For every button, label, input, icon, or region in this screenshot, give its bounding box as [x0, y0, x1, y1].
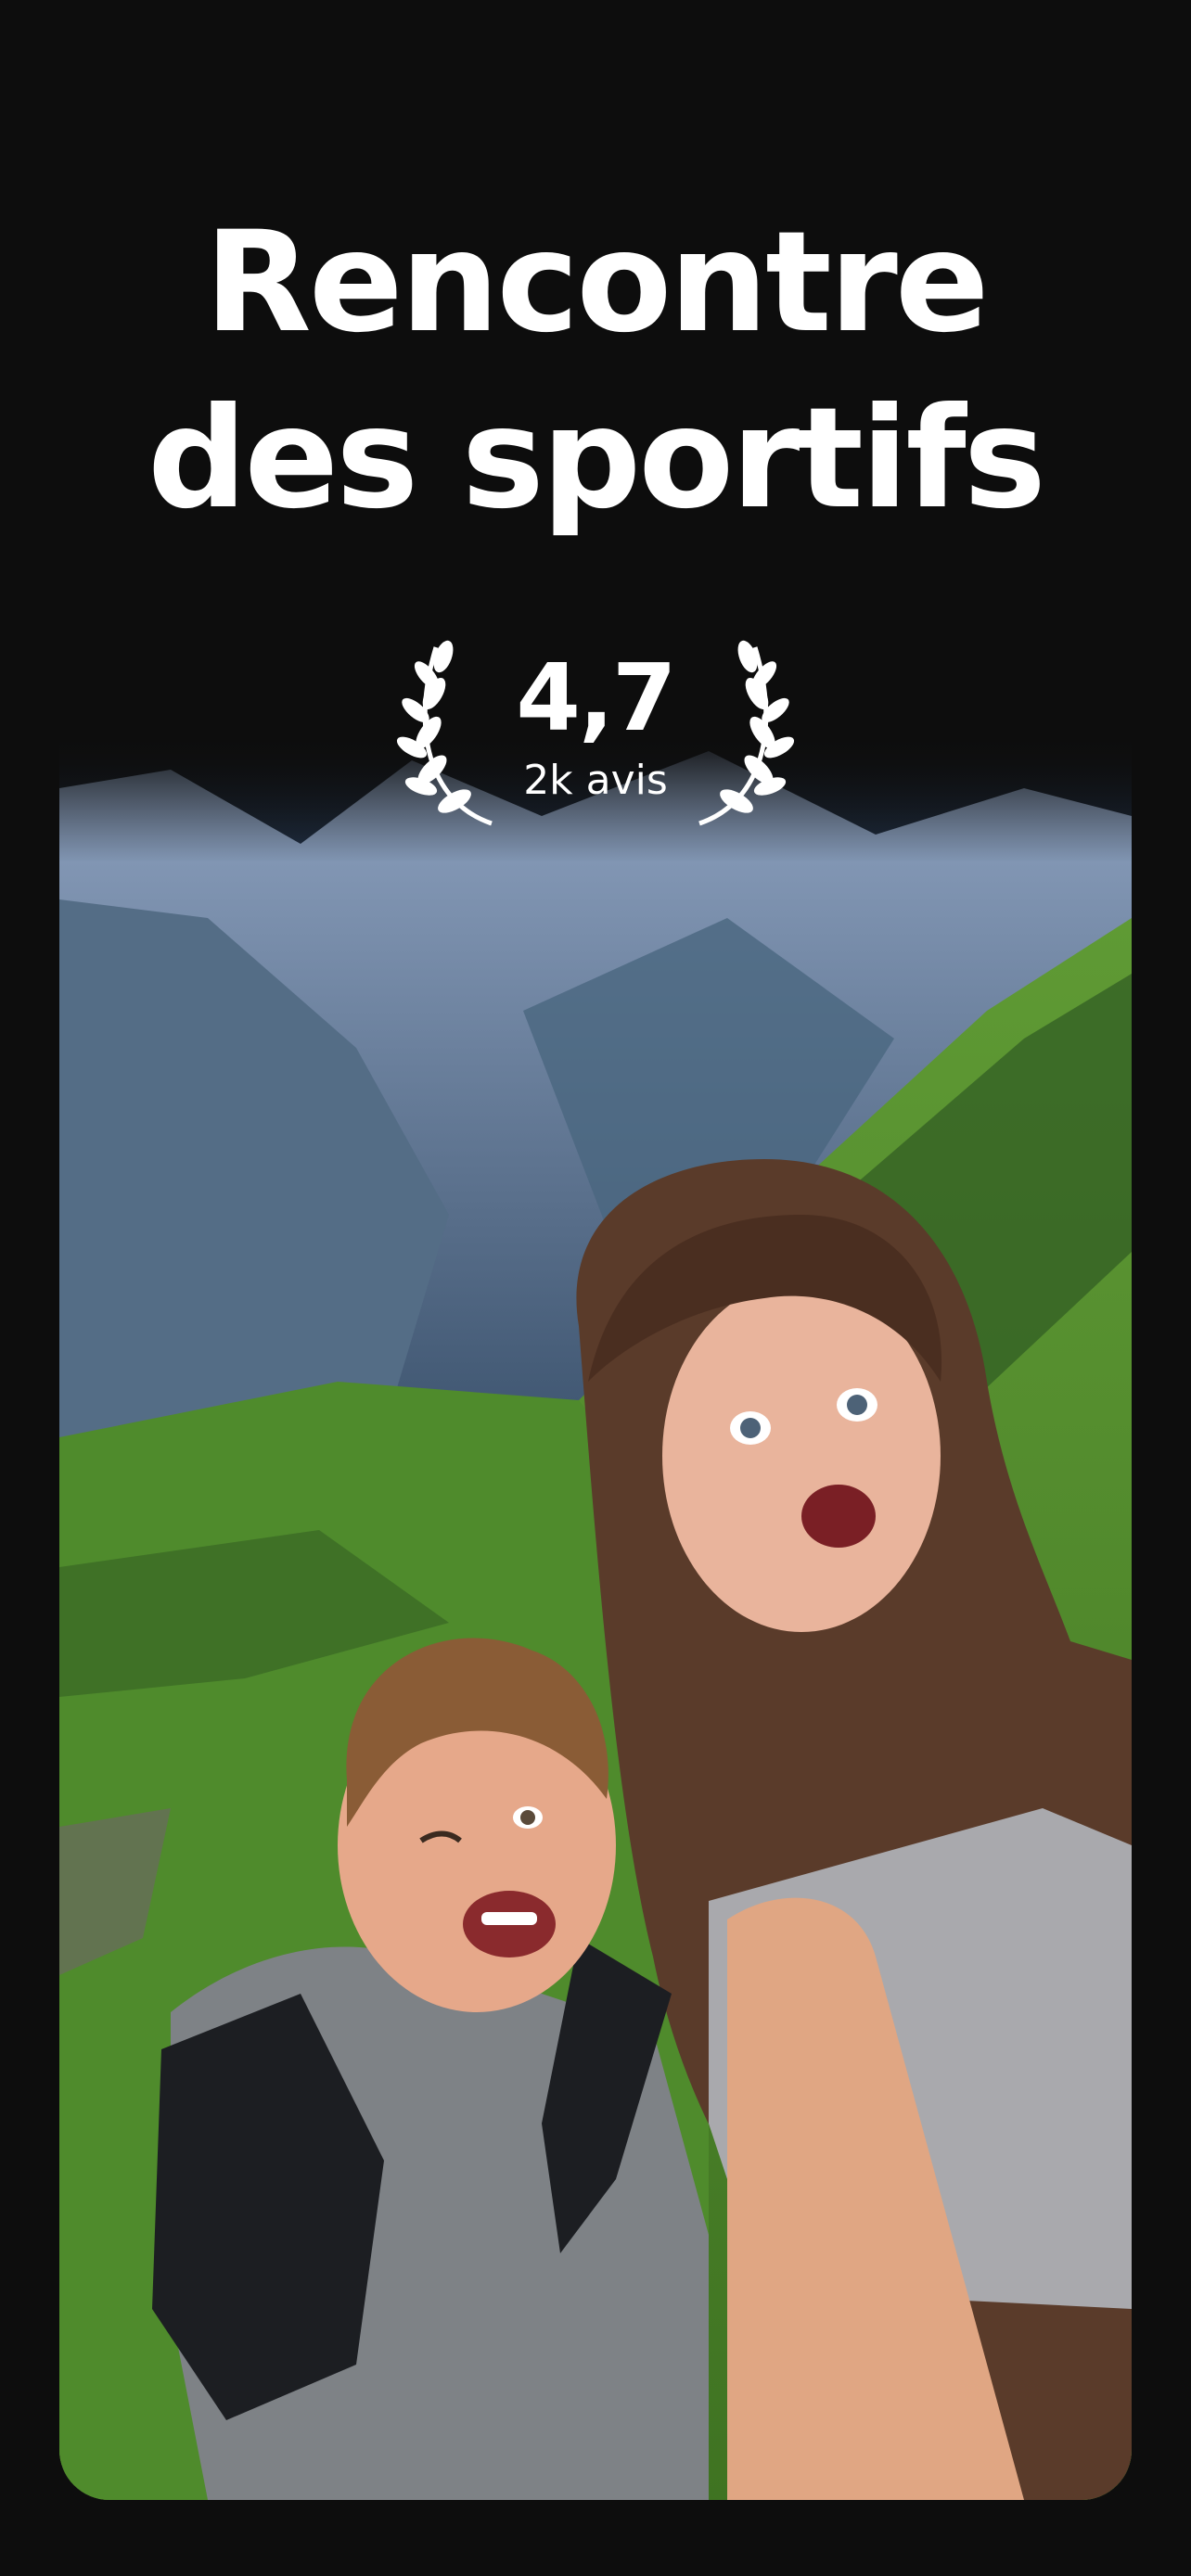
rating-badge: 4,7 2k avis — [390, 619, 801, 842]
review-count: 2k avis — [523, 757, 668, 804]
headline-line-1: Rencontre — [204, 202, 989, 363]
headline: Rencontre des sportifs — [0, 195, 1191, 547]
selfie-photo — [59, 733, 1132, 2500]
headline-line-2: des sportifs — [147, 378, 1046, 540]
rating-value: 4,7 — [516, 644, 676, 752]
